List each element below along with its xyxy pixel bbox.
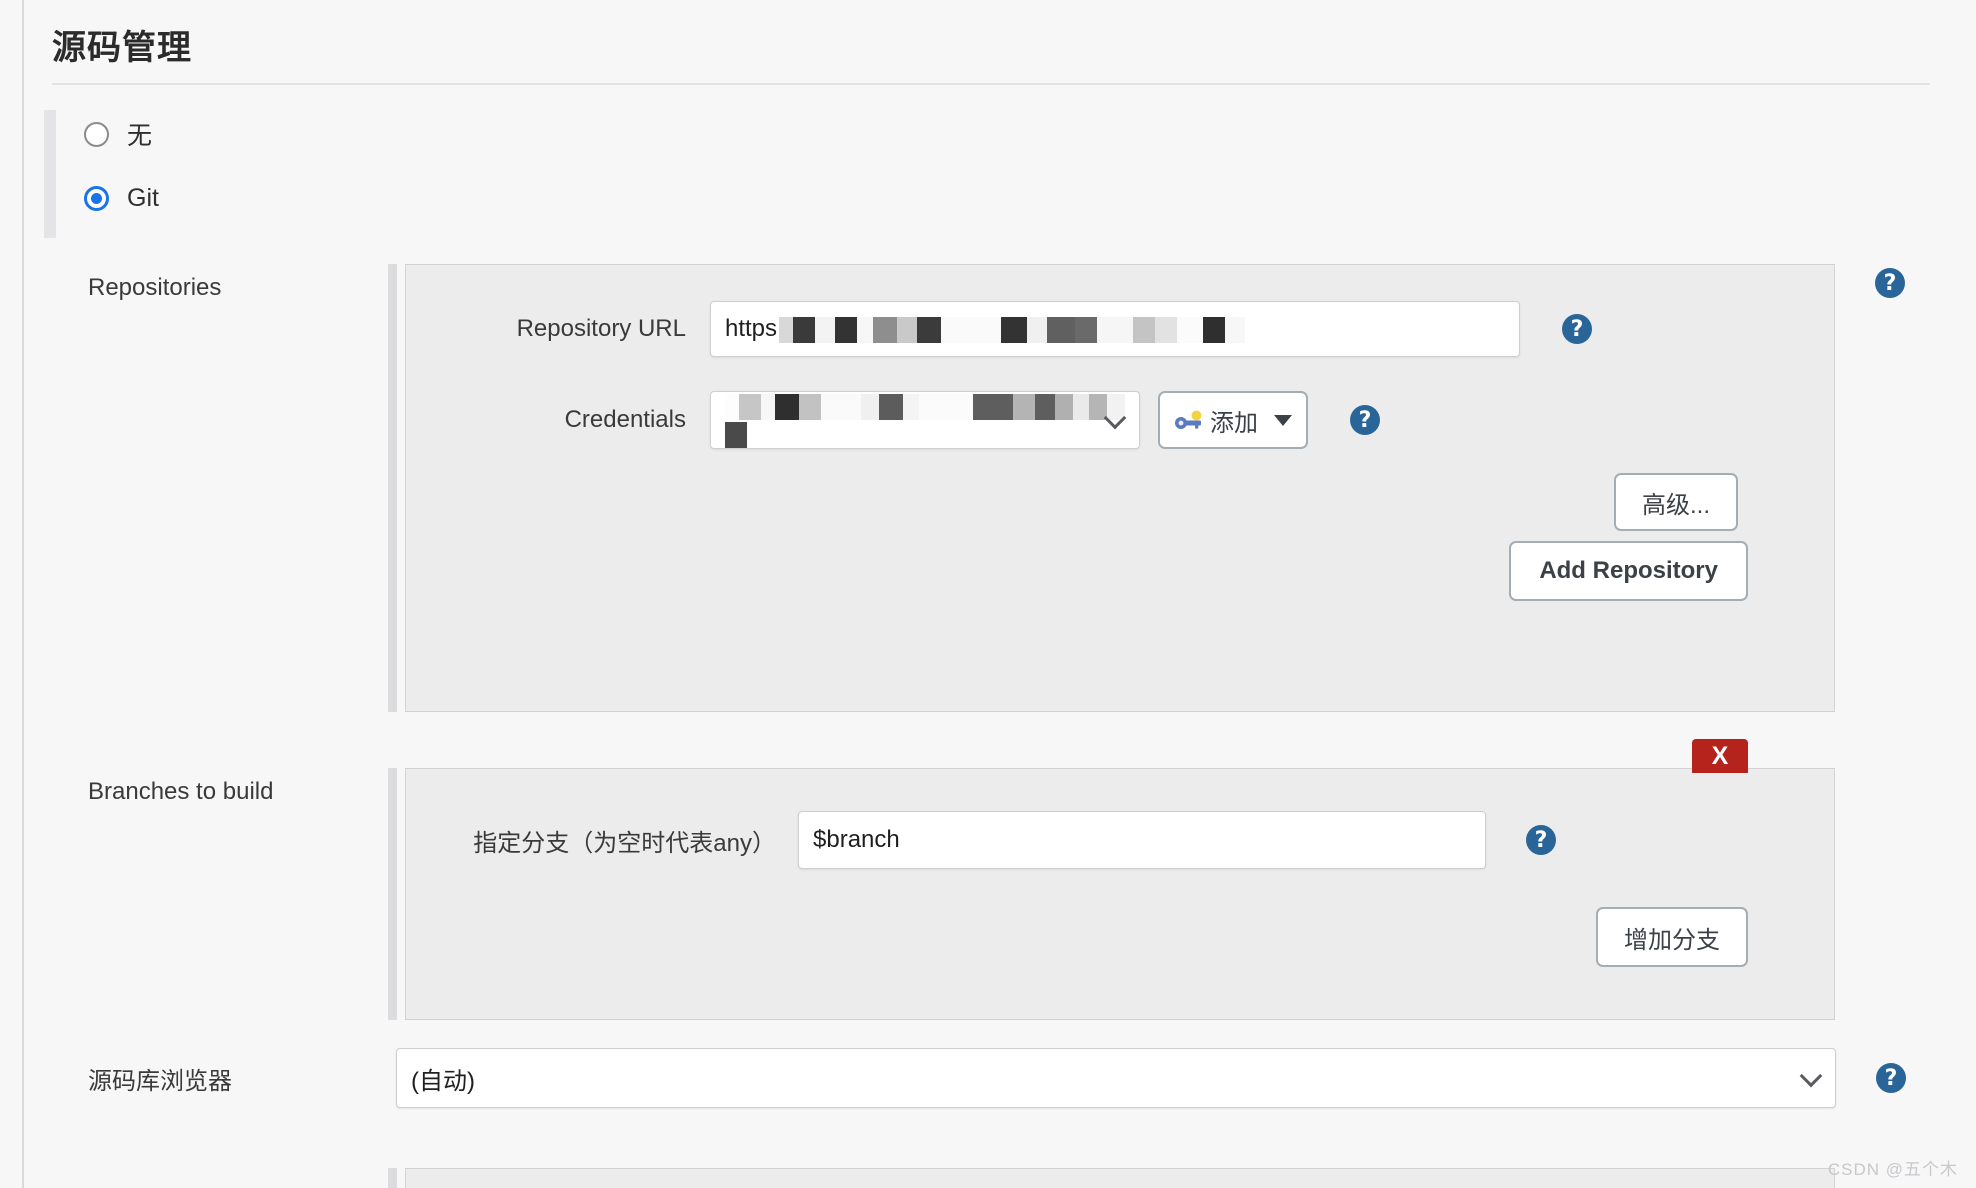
add-branch-button[interactable]: 增加分支	[1596, 907, 1748, 967]
repo-browser-row: 源码库浏览器 (自动) ?	[88, 1048, 1938, 1108]
branches-label: Branches to build	[88, 778, 274, 805]
scm-radio-group: 无 Git	[44, 110, 159, 238]
caret-down-icon-add-credentials	[1274, 414, 1292, 426]
credentials-row: Credentials 添加 ?	[436, 391, 1380, 449]
scm-option-git[interactable]: Git	[84, 174, 159, 222]
add-credentials-button[interactable]: 添加	[1158, 391, 1308, 449]
branches-drag-grip[interactable]	[388, 768, 397, 1020]
help-icon-credentials[interactable]: ?	[1350, 405, 1380, 435]
repository-url-visible-text: https	[725, 315, 778, 342]
branch-specifier-input[interactable]: $branch	[798, 811, 1486, 869]
repositories-row: Repositories Repository URL https ? Cred…	[88, 264, 1938, 712]
repo-browser-select[interactable]: (自动)	[396, 1048, 1836, 1108]
add-branch-button-wrap: 增加分支	[1596, 907, 1748, 967]
help-icon-repositories[interactable]: ?	[1875, 268, 1905, 298]
page-title: 源码管理	[52, 29, 192, 67]
advanced-button-wrap: 高级...	[1613, 473, 1738, 531]
next-field-row-clipped	[88, 1168, 1938, 1188]
add-credentials-label: 添加	[1210, 409, 1258, 437]
repositories-panel: Repository URL https ? Credentials 添加 ? …	[405, 264, 1835, 712]
help-icon-repo-browser[interactable]: ?	[1876, 1063, 1906, 1093]
radio-icon-none[interactable]	[84, 121, 109, 147]
radio-icon-git[interactable]	[84, 185, 109, 211]
scm-config-page: 源码管理 无 Git Repositories Repository URL h…	[0, 0, 1976, 1188]
help-icon-branch-specifier[interactable]: ?	[1526, 825, 1556, 855]
scm-option-none[interactable]: 无	[84, 110, 159, 158]
key-icon	[1174, 409, 1204, 431]
next-drag-grip-clipped	[388, 1168, 397, 1188]
repository-url-input[interactable]: https	[710, 301, 1520, 357]
scm-option-git-label: Git	[127, 183, 159, 212]
repository-url-label: Repository URL	[516, 315, 686, 342]
advanced-button[interactable]: 高级...	[1613, 473, 1738, 531]
repo-browser-label: 源码库浏览器	[88, 1067, 232, 1095]
repositories-label: Repositories	[88, 274, 222, 301]
delete-branch-button[interactable]: X	[1692, 739, 1748, 773]
repo-browser-value: (自动)	[411, 1067, 475, 1095]
credentials-select[interactable]	[710, 391, 1140, 449]
repository-url-row: Repository URL https ?	[436, 301, 1592, 357]
repository-url-redacted	[779, 315, 1246, 343]
branches-panel: X 指定分支（为空时代表any） $branch ? 增加分支	[405, 739, 1835, 1020]
branches-row: Branches to build X 指定分支（为空时代表any） $bran…	[88, 739, 1938, 1020]
branch-specifier-row: 指定分支（为空时代表any） $branch ?	[436, 811, 1556, 869]
repositories-drag-grip[interactable]	[388, 264, 397, 712]
credentials-redacted	[725, 392, 1125, 448]
next-field-label-clipped	[88, 1168, 388, 1188]
add-repository-button-wrap: Add Repository	[1509, 541, 1748, 601]
scm-option-none-label: 无	[127, 122, 153, 150]
help-icon-repository-url[interactable]: ?	[1562, 314, 1592, 344]
next-panel-clipped	[405, 1168, 1835, 1188]
branch-specifier-label: 指定分支（为空时代表any）	[473, 829, 776, 857]
credentials-label: Credentials	[564, 406, 686, 433]
window-left-edge	[22, 0, 24, 1188]
page-header: 源码管理	[52, 20, 1932, 85]
chevron-down-icon-repo-browser	[1799, 1064, 1823, 1088]
watermark: CSDN @五个木	[1827, 1160, 1958, 1179]
add-repository-button[interactable]: Add Repository	[1509, 541, 1748, 601]
title-divider	[52, 83, 1930, 85]
